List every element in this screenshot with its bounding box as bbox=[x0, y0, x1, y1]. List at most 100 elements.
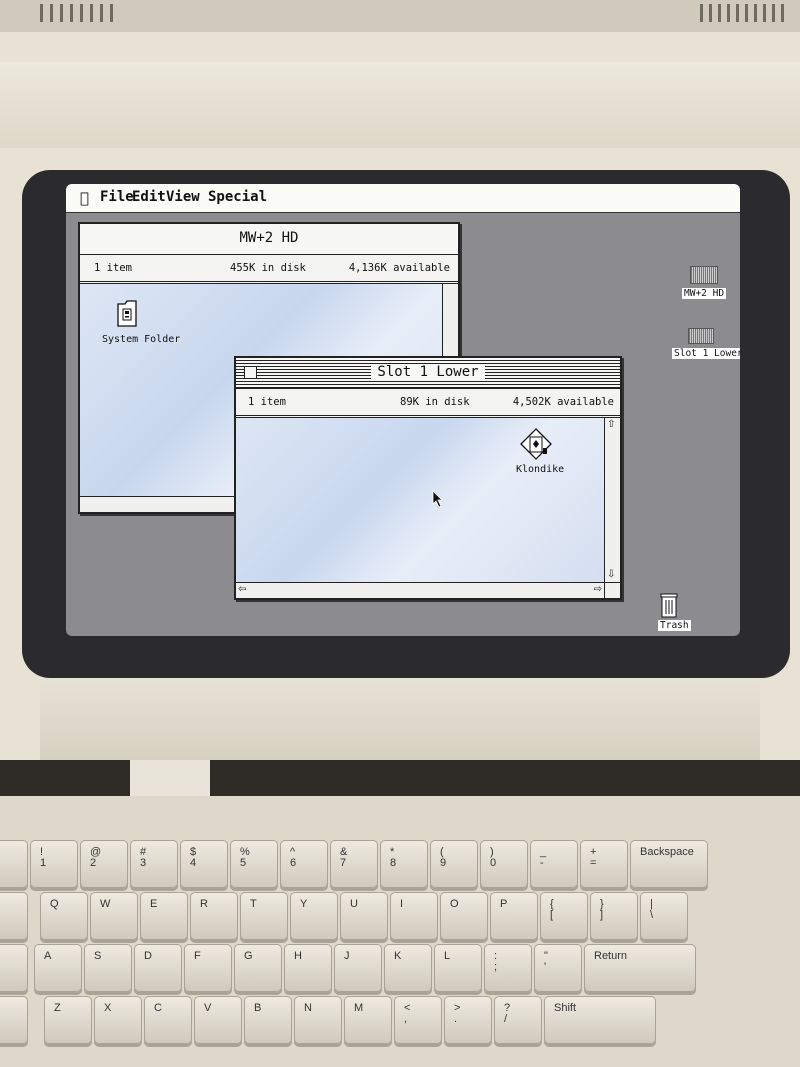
return-key[interactable]: Return bbox=[584, 944, 696, 992]
vent-slot bbox=[60, 4, 63, 22]
klondike-app-icon[interactable] bbox=[520, 428, 552, 460]
vent-slot bbox=[90, 4, 93, 22]
shift-key[interactable]: Shift bbox=[544, 996, 656, 1044]
window-slot-title: Slot 1 Lower bbox=[371, 364, 485, 380]
system-folder-icon[interactable] bbox=[116, 300, 138, 328]
home-row-key[interactable]: " ' bbox=[534, 944, 582, 992]
vent-slot bbox=[100, 4, 103, 22]
menu-special[interactable]: Special bbox=[208, 189, 267, 205]
window-slot-hscroll[interactable]: ⇦ ⇨ bbox=[236, 582, 604, 598]
number-row-key[interactable]: % 5 bbox=[230, 840, 278, 888]
menu-file[interactable]: File bbox=[100, 189, 134, 205]
number-row-key[interactable]: ( 9 bbox=[430, 840, 478, 888]
home-row-key[interactable]: A bbox=[34, 944, 82, 992]
bottom-row-key[interactable]: Z bbox=[44, 996, 92, 1044]
bottom-row-key[interactable]: > . bbox=[444, 996, 492, 1044]
scroll-up-arrow-icon[interactable]: ⇧ bbox=[607, 420, 615, 430]
vent-slot bbox=[80, 4, 83, 22]
number-row-key[interactable]: ^ 6 bbox=[280, 840, 328, 888]
window-slot-content: Klondike bbox=[236, 418, 604, 582]
qwerty-row-key-label: | \ bbox=[650, 898, 654, 921]
bottom-row-key[interactable]: C bbox=[144, 996, 192, 1044]
edge-key[interactable] bbox=[0, 944, 28, 992]
shift-key-label: Shift bbox=[554, 1002, 577, 1014]
scroll-left-arrow-icon[interactable]: ⇦ bbox=[238, 585, 246, 595]
window-slot-vscroll[interactable]: ⇧ ⇩ bbox=[604, 418, 620, 582]
number-row-key[interactable]: & 7 bbox=[330, 840, 378, 888]
vent-slot bbox=[763, 4, 766, 22]
vent-slot bbox=[736, 4, 739, 22]
bottom-row-key[interactable]: N bbox=[294, 996, 342, 1044]
menu-edit[interactable]: Edit bbox=[132, 189, 166, 205]
number-row-key[interactable]: _ - bbox=[530, 840, 578, 888]
vent-slot bbox=[40, 4, 43, 22]
number-row-key[interactable]: * 8 bbox=[380, 840, 428, 888]
bottom-row-key[interactable]: B bbox=[244, 996, 292, 1044]
bottom-row-key[interactable]: V bbox=[194, 996, 242, 1044]
home-row-key[interactable]: L bbox=[434, 944, 482, 992]
home-row-key-label: S bbox=[94, 950, 102, 962]
number-row-key-label: % 5 bbox=[240, 846, 250, 869]
qwerty-row-key[interactable]: Q bbox=[40, 892, 88, 940]
number-row-key[interactable]: @ 2 bbox=[80, 840, 128, 888]
disk-icon[interactable] bbox=[690, 266, 718, 284]
backspace-key-label: Backspace bbox=[640, 846, 694, 858]
window-slot-titlebar[interactable]: Slot 1 Lower bbox=[236, 358, 620, 389]
home-row-key[interactable]: F bbox=[184, 944, 232, 992]
bottom-row-key-label: > . bbox=[454, 1002, 461, 1025]
bottom-row-key[interactable]: ? / bbox=[494, 996, 542, 1044]
qwerty-row-key[interactable]: { [ bbox=[540, 892, 588, 940]
bottom-row-key[interactable]: X bbox=[94, 996, 142, 1044]
qwerty-row-key[interactable]: R bbox=[190, 892, 238, 940]
number-row-key[interactable]: $ 4 bbox=[180, 840, 228, 888]
qwerty-row-key[interactable]: U bbox=[340, 892, 388, 940]
scroll-down-arrow-icon[interactable]: ⇩ bbox=[607, 570, 615, 580]
number-row-key-label: _ - bbox=[540, 846, 547, 869]
edge-key[interactable] bbox=[0, 892, 28, 940]
window-slot[interactable]: Slot 1 Lower 1 item 89K in disk 4,502K a… bbox=[234, 356, 622, 600]
edge-key[interactable] bbox=[0, 996, 28, 1044]
klondike-label: Klondike bbox=[516, 464, 565, 475]
scroll-right-arrow-icon[interactable]: ⇨ bbox=[594, 585, 602, 595]
window-hd-titlebar[interactable]: MW+2 HD bbox=[80, 224, 458, 255]
bottom-row-key-label: M bbox=[354, 1002, 364, 1014]
menu-view[interactable]: View bbox=[166, 189, 200, 205]
backspace-key[interactable]: Backspace bbox=[630, 840, 708, 888]
qwerty-row-key[interactable]: Y bbox=[290, 892, 338, 940]
qwerty-row-key[interactable]: P bbox=[490, 892, 538, 940]
qwerty-row-key[interactable]: W bbox=[90, 892, 138, 940]
bottom-row-key[interactable]: < , bbox=[394, 996, 442, 1044]
apple-menu-icon[interactable]:  bbox=[80, 189, 89, 207]
vent-slot bbox=[772, 4, 775, 22]
number-row-key[interactable]: + = bbox=[580, 840, 628, 888]
home-row-key[interactable]: S bbox=[84, 944, 132, 992]
qwerty-row-key-label: E bbox=[150, 898, 158, 910]
trash-icon[interactable] bbox=[660, 592, 678, 618]
system-folder-label: System Folder bbox=[102, 334, 181, 345]
home-row-key[interactable]: K bbox=[384, 944, 432, 992]
qwerty-row-key-label: T bbox=[250, 898, 257, 910]
qwerty-row-key[interactable]: } ] bbox=[590, 892, 638, 940]
qwerty-row-key[interactable]: E bbox=[140, 892, 188, 940]
floppy-disk-icon[interactable] bbox=[688, 328, 714, 344]
home-row-key[interactable]: D bbox=[134, 944, 182, 992]
home-row-key[interactable]: G bbox=[234, 944, 282, 992]
qwerty-row-key[interactable]: I bbox=[390, 892, 438, 940]
home-row-key-label: G bbox=[244, 950, 253, 962]
home-row-key[interactable]: J bbox=[334, 944, 382, 992]
bottom-row-key[interactable]: M bbox=[344, 996, 392, 1044]
edge-key[interactable] bbox=[0, 840, 28, 888]
home-row-key[interactable]: H bbox=[284, 944, 332, 992]
desk-gap bbox=[0, 760, 800, 798]
qwerty-row-key[interactable]: | \ bbox=[640, 892, 688, 940]
qwerty-row-key[interactable]: O bbox=[440, 892, 488, 940]
vent-slot bbox=[700, 4, 703, 22]
disk2-label: Slot 1 Lower bbox=[672, 348, 740, 359]
number-row-key[interactable]: ) 0 bbox=[480, 840, 528, 888]
grow-box-icon[interactable] bbox=[604, 582, 620, 598]
number-row-key[interactable]: ! 1 bbox=[30, 840, 78, 888]
qwerty-row-key[interactable]: T bbox=[240, 892, 288, 940]
home-row-key[interactable]: : ; bbox=[484, 944, 532, 992]
number-row-key[interactable]: # 3 bbox=[130, 840, 178, 888]
home-row-key-label: F bbox=[194, 950, 201, 962]
